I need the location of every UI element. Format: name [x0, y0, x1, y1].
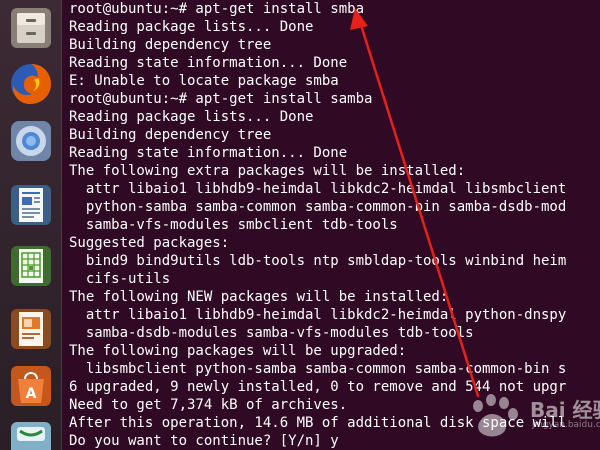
software-center-icon[interactable]: A — [6, 361, 56, 411]
unity-launcher: A — [0, 0, 62, 450]
terminal-line: After this operation, 14.6 MB of additio… — [69, 415, 567, 431]
desktop: A root@ubuntu:~# apt-get install smba Re… — [0, 0, 600, 450]
terminal-line: The following NEW packages will be insta… — [69, 289, 449, 305]
amazon-icon[interactable] — [6, 417, 56, 450]
terminal-line: Need to get 7,374 kB of archives. — [69, 397, 348, 413]
terminal-line: E: Unable to locate package smba — [69, 73, 339, 89]
terminal-line: python-samba samba-common samba-common-b… — [69, 199, 567, 215]
terminal-line: Reading state information... Done — [69, 145, 348, 161]
terminal-line: attr libaio1 libhdb9-heimdal libkdc2-hei… — [69, 307, 567, 323]
svg-text:A: A — [26, 386, 37, 402]
terminal-line: root@ubuntu:~# apt-get install samba — [69, 91, 373, 107]
terminal-line: libsmbclient python-samba samba-common s… — [69, 361, 567, 377]
terminal-line: bind9 bind9utils ldb-tools ntp smbldap-t… — [69, 253, 567, 269]
terminal-line: Reading state information... Done — [69, 55, 348, 71]
terminal-line: Reading package lists... Done — [69, 19, 314, 35]
terminal-line: Do you want to continue? [Y/n] y — [69, 433, 339, 449]
files-icon[interactable] — [6, 3, 56, 53]
terminal-window[interactable]: root@ubuntu:~# apt-get install smba Read… — [62, 0, 600, 450]
terminal-line: samba-dsdb-modules samba-vfs-modules tdb… — [69, 325, 474, 341]
terminal-line: root@ubuntu:~# apt-get install smba — [69, 1, 365, 17]
terminal-line: Reading package lists... Done — [69, 109, 314, 125]
terminal-line: attr libaio1 libhdb9-heimdal libkdc2-hei… — [69, 181, 567, 197]
calc-icon[interactable] — [6, 241, 56, 291]
writer-icon[interactable] — [6, 180, 56, 230]
terminal-line: The following extra packages will be ins… — [69, 163, 466, 179]
firefox-icon[interactable] — [6, 59, 56, 109]
terminal-line: Suggested packages: — [69, 235, 230, 251]
terminal-line: 6 upgraded, 9 newly installed, 0 to remo… — [69, 379, 567, 395]
chromium-icon[interactable] — [6, 116, 56, 166]
terminal-line: cifs-utils — [69, 271, 171, 287]
impress-icon[interactable] — [6, 304, 56, 354]
terminal-line: Building dependency tree — [69, 37, 272, 53]
terminal-line: samba-vfs-modules smbclient tdb-tools — [69, 217, 398, 233]
terminal-line: The following packages will be upgraded: — [69, 343, 407, 359]
terminal-line: Building dependency tree — [69, 127, 272, 143]
